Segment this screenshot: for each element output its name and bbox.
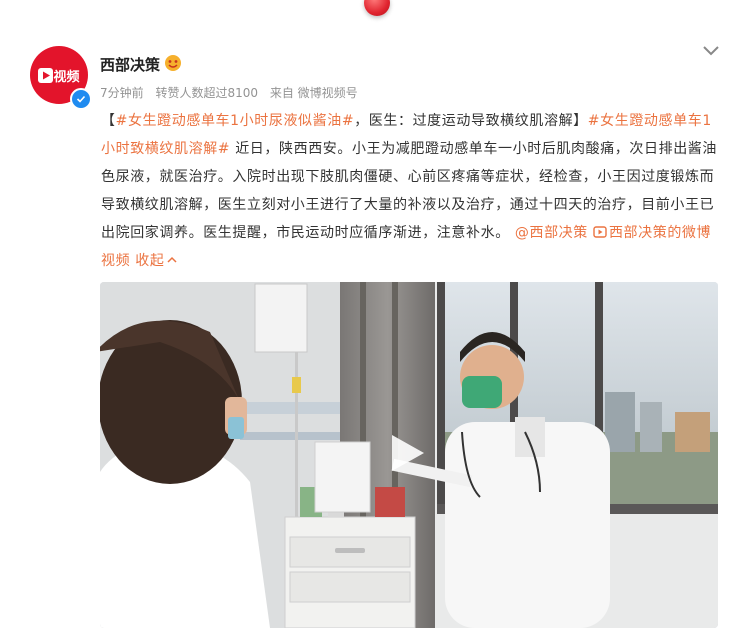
chevron-down-icon[interactable] <box>700 40 722 60</box>
post-source[interactable]: 来自 微博视频号 <box>270 86 358 100</box>
post-text: 【#女生蹬动感单车1小时尿液似酱油#，医生：过度运动导致横纹肌溶解】#女生蹬动感… <box>101 107 721 275</box>
avatar-play-logo-icon <box>38 67 54 83</box>
user-name[interactable]: 西部决策 <box>100 54 160 75</box>
avatar-text: 视频 <box>53 69 80 85</box>
topic-link-1[interactable]: #女生蹬动感单车1小时尿液似酱油# <box>116 113 355 129</box>
post-reposts: 转赞人数超过8100 <box>155 86 259 100</box>
collapse-label: 收起 <box>135 253 165 269</box>
post-time[interactable]: 7分钟前 <box>100 86 144 100</box>
headline-rest: ，医生：过度运动导致横纹肌溶解】 <box>354 113 588 129</box>
chevron-up-icon <box>167 256 177 263</box>
video-link-icon <box>593 226 607 238</box>
mention-link[interactable]: @西部决策 <box>515 225 588 241</box>
vip-emoji-icon <box>163 53 183 73</box>
play-icon[interactable] <box>386 433 426 473</box>
verified-badge-icon <box>70 88 92 110</box>
notification-ball-icon <box>364 0 390 16</box>
post-meta: 7分钟前 转赞人数超过8100 来自 微博视频号 <box>100 84 366 101</box>
collapse-button[interactable]: 收起 <box>135 253 178 269</box>
bracket-open: 【 <box>101 113 116 129</box>
